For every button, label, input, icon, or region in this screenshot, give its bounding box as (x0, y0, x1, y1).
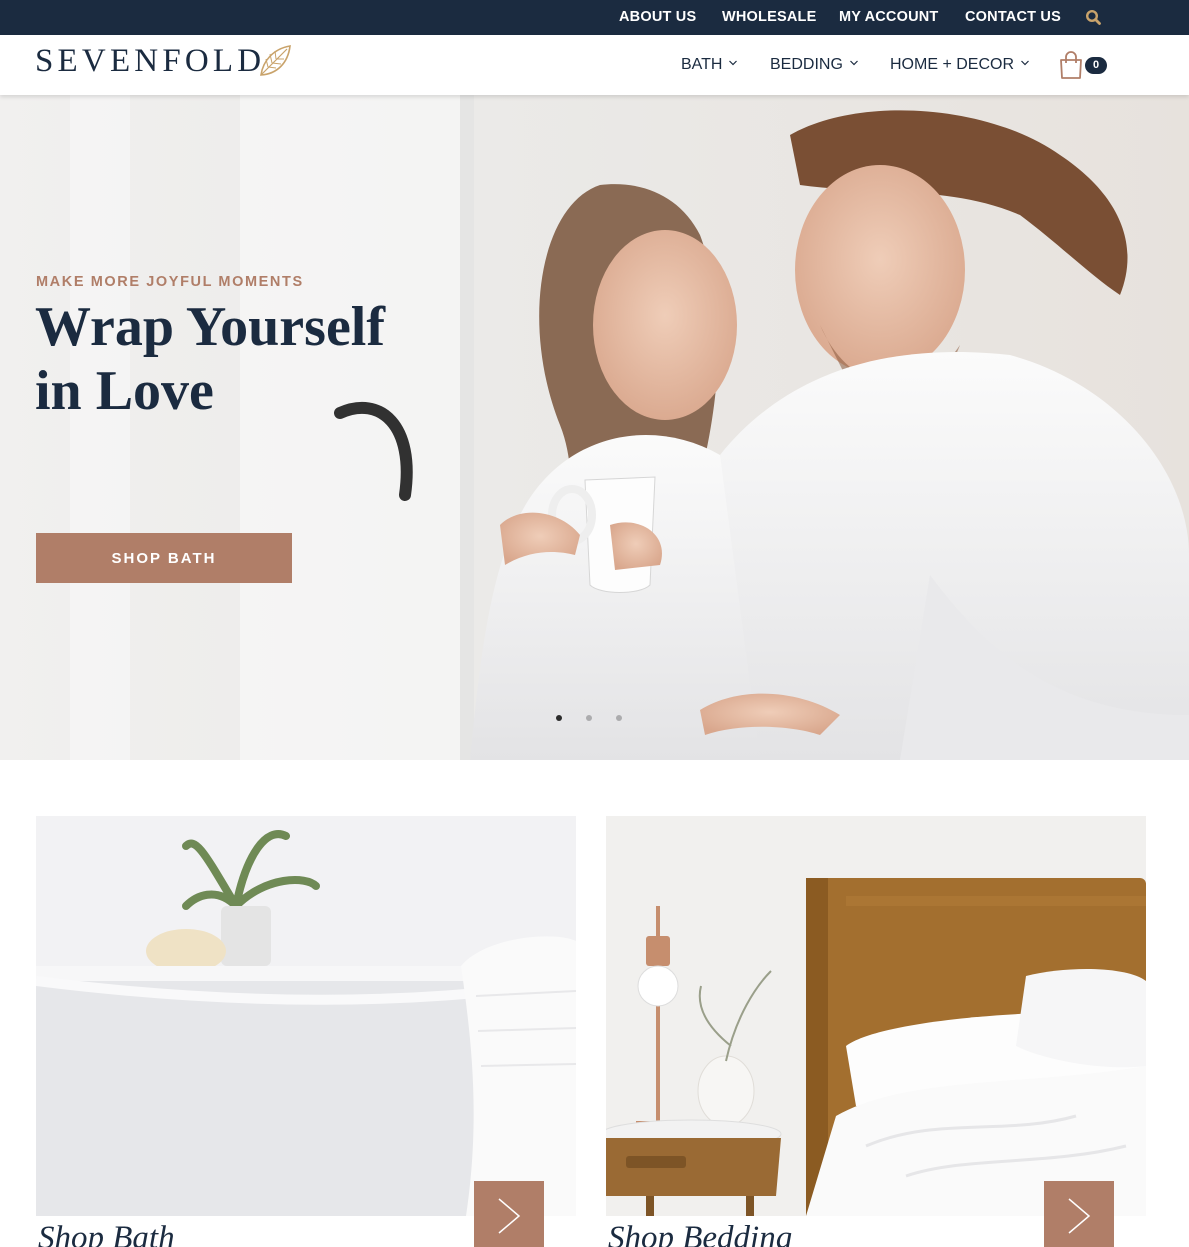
my-account-link[interactable]: MY ACCOUNT (839, 0, 938, 35)
shop-bath-card[interactable]: Shop Bath (36, 816, 576, 1247)
hero-headline: Wrap Yourself in Love (35, 295, 435, 423)
chevron-right-icon (498, 1198, 521, 1234)
logo-wordmark: SEVENFOLD (35, 43, 266, 79)
chevron-down-icon (849, 60, 858, 66)
shop-bedding-title: Shop Bedding (608, 1220, 793, 1247)
nav-bath[interactable]: BATH (681, 35, 738, 95)
hero-headline-line-2: in Love (35, 360, 214, 422)
nav-bedding[interactable]: BEDDING (770, 35, 859, 95)
bath-category-image (36, 816, 576, 1216)
wholesale-link[interactable]: WHOLESALE (722, 0, 816, 35)
contact-us-link[interactable]: CONTACT US (965, 0, 1061, 35)
chevron-down-icon (1021, 60, 1029, 66)
main-header: SEVENFOLD BATH BEDDING HOME + DECOR 0 (0, 35, 1189, 95)
hero-photo (0, 95, 1189, 760)
slide-dot-1[interactable] (556, 715, 562, 721)
nav-bedding-label: BEDDING (770, 56, 843, 73)
shopping-bag-icon[interactable] (1058, 51, 1084, 79)
cart-count-badge: 0 (1085, 57, 1107, 74)
chevron-down-icon (729, 60, 738, 66)
shop-bedding-card[interactable]: Shop Bedding (606, 816, 1146, 1247)
utility-bar: ABOUT US WHOLESALE MY ACCOUNT CONTACT US (0, 0, 1189, 35)
shop-bedding-arrow-button[interactable] (1044, 1181, 1114, 1247)
hero-headline-line-1: Wrap Yourself (35, 296, 385, 358)
nav-home-decor[interactable]: HOME + DECOR (890, 35, 1030, 95)
bedding-category-image (606, 816, 1146, 1216)
slide-dot-3[interactable] (616, 715, 622, 721)
nav-bath-label: BATH (681, 56, 723, 73)
shop-bath-button[interactable]: SHOP BATH (36, 533, 292, 583)
shop-bath-title: Shop Bath (38, 1220, 175, 1247)
chevron-right-icon (1068, 1198, 1091, 1234)
slide-dot-2[interactable] (586, 715, 592, 721)
hero-banner: MAKE MORE JOYFUL MOMENTS Wrap Yourself i… (0, 95, 1189, 760)
search-icon[interactable] (1085, 9, 1102, 26)
hero-eyebrow: MAKE MORE JOYFUL MOMENTS (36, 274, 304, 290)
leaf-logo-icon (260, 45, 291, 76)
shop-bath-arrow-button[interactable] (474, 1181, 544, 1247)
nav-home-decor-label: HOME + DECOR (890, 56, 1015, 73)
about-us-link[interactable]: ABOUT US (619, 0, 696, 35)
